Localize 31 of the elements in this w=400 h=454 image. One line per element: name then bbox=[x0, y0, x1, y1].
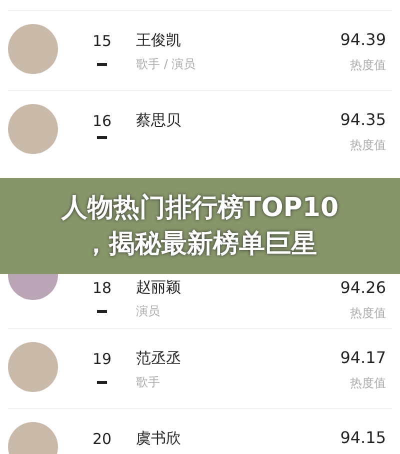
heat-label: 热度值 bbox=[350, 57, 386, 74]
rank-number: 16 bbox=[91, 112, 113, 130]
heat-label: 热度值 bbox=[350, 375, 386, 392]
banner-title: ，揭秘最新榜单巨星 bbox=[83, 228, 317, 261]
heat-score: 94.39 bbox=[340, 30, 386, 49]
avatar-placeholder bbox=[8, 342, 58, 392]
rank-number: 19 bbox=[91, 350, 113, 368]
role-text: 演员 bbox=[136, 303, 160, 320]
heat-score: 94.35 bbox=[340, 110, 386, 129]
avatar-placeholder bbox=[8, 24, 58, 74]
no-change-icon bbox=[97, 63, 107, 66]
heat-label: 热度值 bbox=[350, 137, 386, 154]
person-name[interactable]: 虞书欣 bbox=[136, 429, 181, 448]
person-name[interactable]: 赵丽颖 bbox=[136, 278, 181, 297]
role-text: 歌手 bbox=[136, 374, 160, 391]
no-change-icon bbox=[97, 310, 107, 313]
heat-label: 热度值 bbox=[350, 305, 386, 322]
heat-score: 94.17 bbox=[340, 348, 386, 367]
person-name[interactable]: 范丞丞 bbox=[136, 349, 181, 368]
no-change-icon bbox=[97, 381, 107, 384]
rank-number: 20 bbox=[91, 430, 113, 448]
person-name[interactable]: 蔡思贝 bbox=[136, 111, 181, 130]
banner-title: 人物热门排行榜TOP10 bbox=[61, 192, 339, 225]
no-change-icon bbox=[97, 136, 107, 139]
heat-score: 94.26 bbox=[340, 278, 386, 297]
avatar-placeholder bbox=[8, 104, 58, 154]
rank-number: 18 bbox=[91, 278, 113, 296]
role-text: 歌手 / 演员 bbox=[136, 56, 196, 73]
person-name[interactable]: 王俊凯 bbox=[136, 31, 181, 50]
heat-score: 94.15 bbox=[340, 428, 386, 447]
rank-number: 15 bbox=[91, 32, 113, 50]
